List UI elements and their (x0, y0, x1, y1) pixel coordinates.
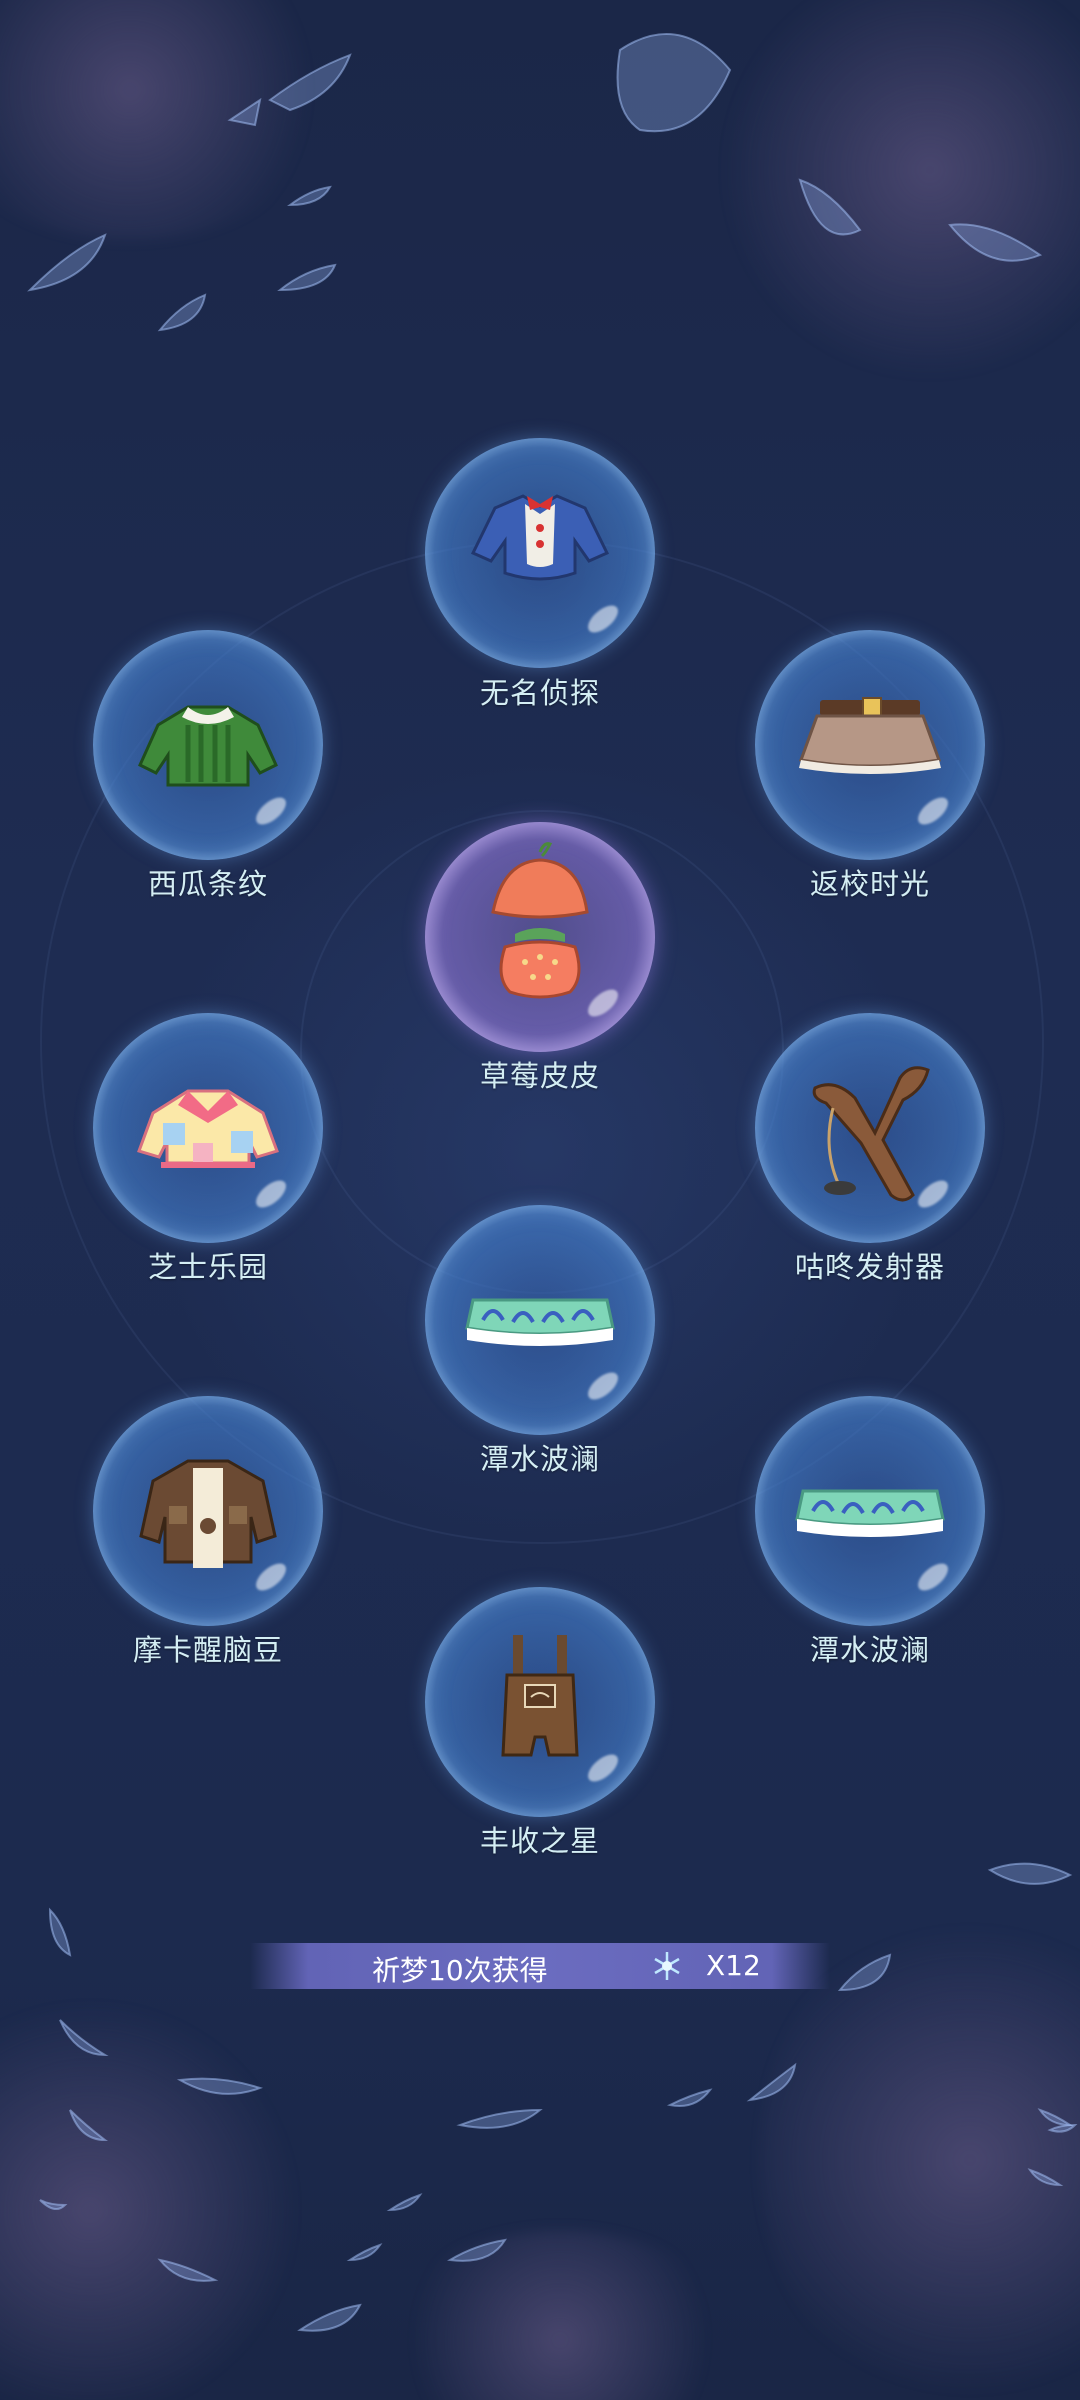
slingshot-icon (812, 1066, 930, 1202)
banner-count: X12 (706, 1949, 761, 1982)
reward-label: 草莓皮皮 (479, 1059, 600, 1093)
overalls-icon (501, 1635, 579, 1757)
reward-label: 无名侦探 (479, 676, 600, 710)
reward-bubble-watermelon[interactable] (93, 630, 323, 860)
reward-label: 咕咚发射器 (794, 1250, 945, 1284)
dream-crystal-icon (654, 1952, 680, 1980)
watermelon-jacket-icon (138, 705, 278, 787)
gacha-preview-screen: 无名侦探 西瓜条纹 返校时光 草莓皮皮 芝士乐园 咕咚发射器 潭水波澜 摩卡醒脑… (0, 0, 1080, 2400)
strawberry-outfit-icon (491, 842, 589, 999)
reward-bubble-wave-skirt[interactable] (425, 1205, 655, 1435)
reward-label: 返校时光 (809, 867, 930, 901)
wave-skirt-icon (795, 1489, 945, 1537)
reward-label: 芝士乐园 (147, 1250, 268, 1284)
reward-bubble-wave-skirt[interactable] (755, 1396, 985, 1626)
school-skirt-icon (798, 697, 942, 774)
banner-text: 祈梦10次获得 (372, 1954, 548, 1987)
reward-bubble-slingshot[interactable] (755, 1013, 985, 1243)
reward-label: 潭水波澜 (479, 1442, 600, 1476)
reward-bubble-detective[interactable] (425, 438, 655, 668)
cheese-jacket-icon (137, 1089, 279, 1168)
reward-bubble-mocha[interactable] (93, 1396, 323, 1626)
reward-label: 西瓜条纹 (147, 867, 268, 901)
reward-label: 丰收之星 (479, 1824, 600, 1858)
wave-skirt-icon (465, 1298, 615, 1346)
reward-label: 潭水波澜 (809, 1633, 930, 1667)
reward-bubble-overalls[interactable] (425, 1587, 655, 1817)
mocha-vest-icon (139, 1459, 277, 1568)
reward-label: 摩卡醒脑豆 (132, 1633, 283, 1667)
detective-coat-icon (470, 494, 610, 581)
reward-bubble-strawberry[interactable] (425, 822, 655, 1052)
reward-bubble-school[interactable] (755, 630, 985, 860)
dream-reward-banner: 祈梦10次获得 X12 (250, 1943, 830, 1989)
reward-bubble-cheese[interactable] (93, 1013, 323, 1243)
